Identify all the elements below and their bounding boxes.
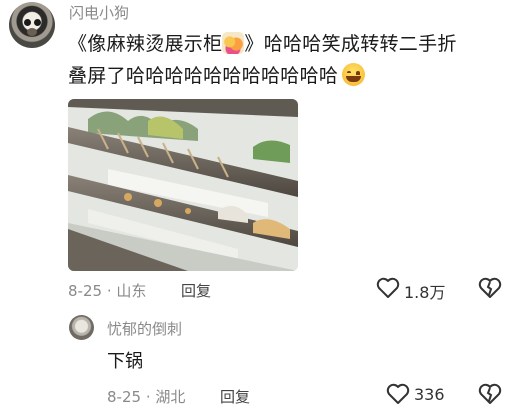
comment-location: 山东 [116, 282, 147, 300]
reply-username[interactable]: 忧郁的倒刺 [107, 318, 182, 339]
reply-button[interactable]: 回复 [181, 280, 211, 301]
reply-avatar[interactable] [69, 315, 94, 340]
comment-date: 8-25 [68, 282, 103, 300]
meta-separator: · [145, 388, 151, 406]
reply-location: 湖北 [155, 388, 186, 406]
hugging-face-emoji-icon [222, 32, 245, 54]
reply-like-count: 336 [414, 385, 445, 404]
comment-text-line2: 叠屏了哈哈哈哈哈哈哈哈哈哈哈 [68, 65, 339, 87]
grinning-smile-emoji-icon [342, 63, 366, 86]
like-count: 1.8万 [404, 283, 446, 302]
reply-reply-button[interactable]: 回复 [220, 386, 250, 407]
commenter-avatar[interactable] [9, 2, 55, 48]
dislike-broken-heart-icon[interactable] [478, 277, 502, 299]
reply-meta: 8-25 · 湖北 [107, 386, 185, 407]
reply-date: 8-25 [107, 388, 142, 406]
commenter-username[interactable]: 闪电小狗 [69, 2, 129, 23]
like-heart-icon[interactable] [376, 277, 400, 299]
comment-text-part1: 《像麻辣烫展示柜 [68, 33, 223, 55]
comment-body: 《像麻辣烫展示柜 》哈哈哈笑成转转二手折 叠屏了哈哈哈哈哈哈哈哈哈哈哈 [68, 28, 516, 92]
reply-body: 下锅 [107, 351, 143, 372]
meta-separator: · [106, 282, 112, 300]
comment-text-part2: 》哈哈哈笑成转转二手折 [244, 33, 457, 55]
like-heart-icon[interactable] [386, 383, 410, 405]
comment-image[interactable] [68, 99, 298, 271]
comment-meta: 8-25 · 山东 [68, 280, 146, 301]
dislike-broken-heart-icon[interactable] [478, 383, 502, 405]
